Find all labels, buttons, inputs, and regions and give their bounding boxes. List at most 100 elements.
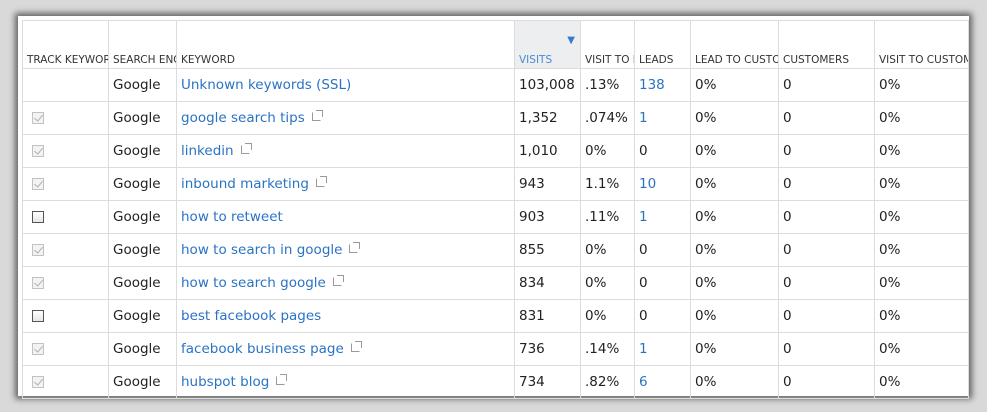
header-visit-to-customer[interactable]: VISIT TO CUSTOMER	[874, 20, 969, 69]
visits-cell: 831	[514, 299, 581, 333]
track-keyword-checkbox	[32, 112, 44, 124]
table-row: Google facebook business page 736.14% 1 0% 0 0…	[22, 332, 969, 366]
header-row: TRACK KEYWORDS? SEARCH ENGINE KEYWORD VI…	[22, 20, 969, 69]
header-track-keywords[interactable]: TRACK KEYWORDS?	[22, 20, 109, 69]
keyword-link[interactable]: facebook business page	[181, 341, 344, 357]
keyword-cell: best facebook pages	[176, 299, 515, 333]
sort-down-triangle-icon: ▼	[567, 35, 575, 46]
external-link-icon[interactable]	[350, 341, 362, 352]
header-leads[interactable]: LEADS	[634, 20, 691, 69]
keyword-link[interactable]: how to search google	[181, 275, 326, 291]
keyword-link[interactable]: best facebook pages	[181, 308, 321, 324]
external-link-icon[interactable]	[349, 242, 361, 253]
track-keyword-checkbox[interactable]	[32, 211, 44, 223]
visit-to-lead-cell: .14%	[580, 332, 635, 366]
leads-cell[interactable]: 138	[634, 68, 691, 102]
customers-cell: 0	[778, 266, 875, 300]
leads-cell[interactable]: 1	[634, 200, 691, 234]
track-keyword-checkbox[interactable]	[32, 310, 44, 322]
visit-to-customer-cell: 0%	[874, 68, 969, 102]
visit-to-lead-cell: 0%	[580, 266, 635, 300]
track-cell	[22, 332, 109, 366]
leads-cell: 0	[634, 134, 691, 168]
track-cell	[22, 200, 109, 234]
track-cell	[22, 167, 109, 201]
visit-to-customer-cell: 0%	[874, 167, 969, 201]
search-engine-cell: Google	[108, 266, 177, 300]
visits-cell: 903	[514, 200, 581, 234]
keyword-link[interactable]: how to retweet	[181, 209, 283, 225]
header-search-engine[interactable]: SEARCH ENGINE	[108, 20, 177, 69]
external-link-icon[interactable]	[332, 275, 344, 286]
visit-to-customer-cell: 0%	[874, 365, 969, 399]
external-link-icon[interactable]	[311, 110, 323, 121]
visits-cell: 1,352	[514, 101, 581, 135]
visit-to-lead-cell: .074%	[580, 101, 635, 135]
customers-cell: 0	[778, 365, 875, 399]
customers-cell: 0	[778, 332, 875, 366]
track-cell	[22, 101, 109, 135]
visit-to-lead-cell: .11%	[580, 200, 635, 234]
header-lead-to-customer[interactable]: LEAD TO CUSTOMER	[690, 20, 779, 69]
track-keyword-checkbox	[32, 145, 44, 157]
leads-cell[interactable]: 1	[634, 101, 691, 135]
visits-cell: 736	[514, 332, 581, 366]
track-keyword-checkbox	[32, 178, 44, 190]
keywords-table-card: TRACK KEYWORDS? SEARCH ENGINE KEYWORD VI…	[18, 16, 969, 399]
visits-cell: 1,010	[514, 134, 581, 168]
leads-cell[interactable]: 6	[634, 365, 691, 399]
visit-to-lead-cell: .13%	[580, 68, 635, 102]
search-engine-cell: Google	[108, 68, 177, 102]
keyword-cell: how to search google	[176, 266, 515, 300]
table-row: Google how to retweet 903.11% 1 0% 0 0%	[22, 200, 969, 234]
visit-to-customer-cell: 0%	[874, 101, 969, 135]
table-row: Google Unknown keywords (SSL) 103,008.13% 1…	[22, 68, 969, 102]
track-keyword-checkbox	[32, 244, 44, 256]
keyword-link[interactable]: how to search in google	[181, 242, 342, 258]
track-cell	[22, 134, 109, 168]
external-link-icon[interactable]	[240, 143, 252, 154]
table-body: Google Unknown keywords (SSL) 103,008.13% 1…	[22, 68, 969, 399]
header-keyword[interactable]: KEYWORD	[176, 20, 515, 69]
header-customers[interactable]: CUSTOMERS	[778, 20, 875, 69]
visit-to-lead-cell: 0%	[580, 299, 635, 333]
keyword-cell: how to search in google	[176, 233, 515, 267]
keyword-cell: Unknown keywords (SSL)	[176, 68, 515, 102]
screenshot-frame: TRACK KEYWORDS? SEARCH ENGINE KEYWORD VI…	[0, 0, 987, 412]
keyword-link[interactable]: linkedin	[181, 143, 234, 159]
visit-to-lead-cell: 0%	[580, 134, 635, 168]
table-row: Google how to search in google 855 0% 0 0% 0 0%	[22, 233, 969, 267]
keyword-link[interactable]: Unknown keywords (SSL)	[181, 77, 351, 93]
keyword-link[interactable]: inbound marketing	[181, 176, 309, 192]
table-row: Google google search tips 1,352.074% 1 0% 0 0%	[22, 101, 969, 135]
search-engine-cell: Google	[108, 299, 177, 333]
lead-to-customer-cell: 0%	[690, 167, 779, 201]
header-visits[interactable]: VISITS ▼	[514, 20, 581, 69]
track-keyword-checkbox	[32, 376, 44, 388]
search-engine-cell: Google	[108, 101, 177, 135]
visit-to-customer-cell: 0%	[874, 134, 969, 168]
lead-to-customer-cell: 0%	[690, 200, 779, 234]
lead-to-customer-cell: 0%	[690, 68, 779, 102]
leads-cell[interactable]: 1	[634, 332, 691, 366]
keyword-link[interactable]: google search tips	[181, 110, 305, 126]
leads-cell: 0	[634, 266, 691, 300]
header-visit-to-lead[interactable]: VISIT TO LEAD	[580, 20, 635, 69]
leads-cell[interactable]: 10	[634, 167, 691, 201]
visit-to-lead-cell: 1.1%	[580, 167, 635, 201]
customers-cell: 0	[778, 101, 875, 135]
customers-cell: 0	[778, 167, 875, 201]
track-cell	[22, 299, 109, 333]
visits-cell: 834	[514, 266, 581, 300]
keyword-cell: facebook business page	[176, 332, 515, 366]
lead-to-customer-cell: 0%	[690, 332, 779, 366]
external-link-icon[interactable]	[315, 176, 327, 187]
customers-cell: 0	[778, 299, 875, 333]
visit-to-customer-cell: 0%	[874, 200, 969, 234]
keyword-cell: linkedin	[176, 134, 515, 168]
visit-to-lead-cell: 0%	[580, 233, 635, 267]
external-link-icon[interactable]	[276, 374, 288, 385]
keyword-link[interactable]: hubspot blog	[181, 374, 269, 390]
table-row: Google inbound marketing 943 1.1% 10 0% 0 0%	[22, 167, 969, 201]
search-engine-cell: Google	[108, 200, 177, 234]
